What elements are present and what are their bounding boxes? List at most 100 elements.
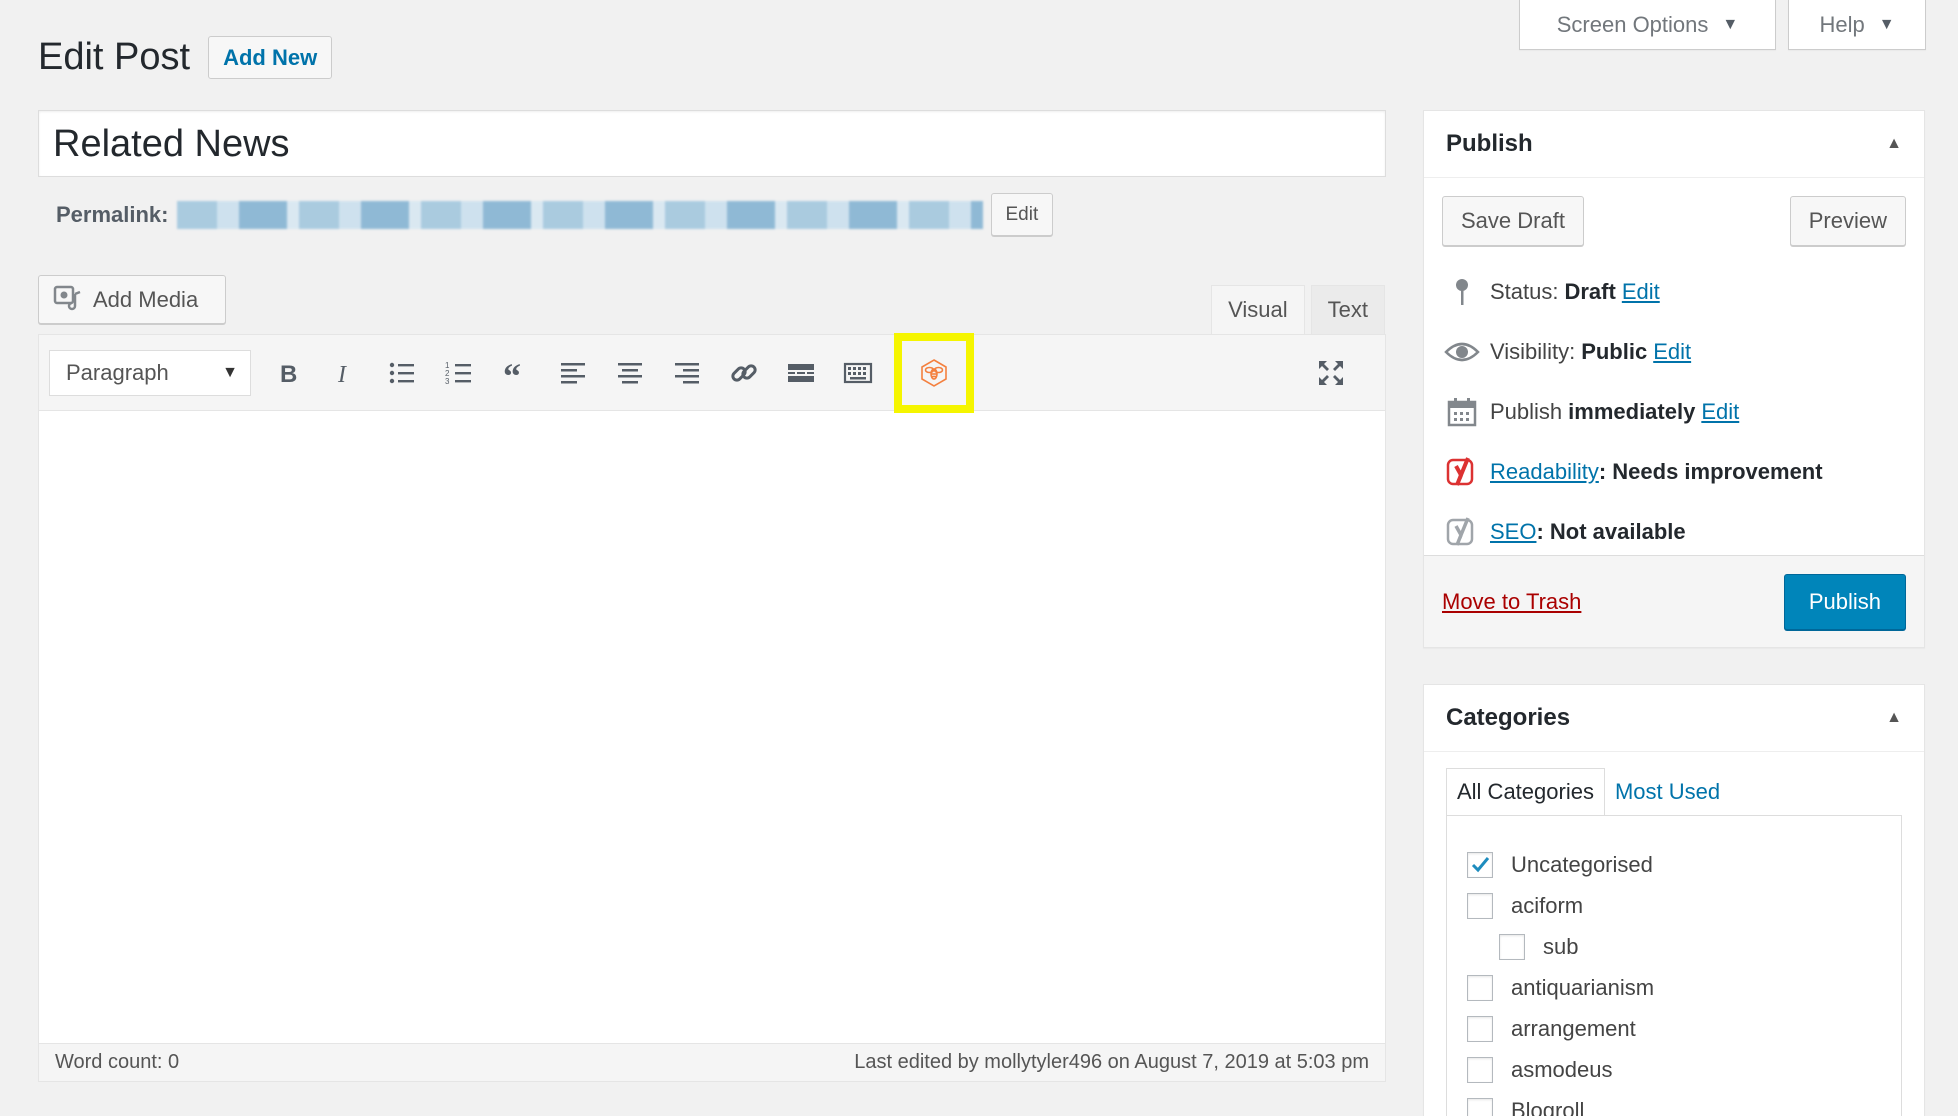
- svg-text:3: 3: [445, 377, 450, 386]
- toolbar-toggle-icon[interactable]: [833, 348, 883, 398]
- editor-toolbar: Paragraph ▼ B I 123 “: [39, 332, 1385, 413]
- checkmark-icon: [1471, 856, 1490, 872]
- read-more-icon[interactable]: [776, 348, 826, 398]
- move-to-trash-link[interactable]: Move to Trash: [1442, 589, 1581, 615]
- category-checkbox[interactable]: [1467, 974, 1493, 1001]
- post-title-input[interactable]: Related News: [38, 110, 1386, 177]
- visibility-edit-link[interactable]: Edit: [1653, 339, 1691, 365]
- add-media-label: Add Media: [93, 286, 199, 312]
- preview-button[interactable]: Preview: [1789, 196, 1906, 246]
- svg-text:“: “: [503, 358, 521, 388]
- category-label: sub: [1543, 933, 1579, 959]
- publish-button[interactable]: Publish: [1783, 573, 1906, 630]
- categories-box-title: Categories: [1446, 704, 1571, 731]
- schedule-edit-link[interactable]: Edit: [1701, 399, 1739, 425]
- word-count: Word count: 0: [55, 1051, 180, 1073]
- page-heading: Edit Post Add New: [38, 36, 333, 79]
- category-label: antiquarianism: [1511, 974, 1655, 1000]
- bulleted-list-icon[interactable]: [377, 348, 427, 398]
- readability-link[interactable]: Readability: [1490, 459, 1599, 485]
- category-checkbox[interactable]: [1467, 1056, 1493, 1083]
- category-checkbox[interactable]: [1467, 892, 1493, 919]
- format-select[interactable]: Paragraph ▼: [49, 349, 251, 396]
- permalink-label: Permalink:: [56, 201, 169, 227]
- pin-icon: [1442, 277, 1482, 307]
- align-left-icon[interactable]: [548, 348, 598, 398]
- editor-content-area[interactable]: [39, 411, 1385, 1045]
- seo-row: SEO : Not available: [1442, 502, 1906, 562]
- screen-options-label: Screen Options: [1556, 11, 1709, 37]
- align-center-icon[interactable]: [605, 348, 655, 398]
- seo-link[interactable]: SEO: [1490, 519, 1536, 545]
- format-select-value: Paragraph: [66, 359, 169, 385]
- publish-major-actions: Move to Trash Publish: [1424, 555, 1924, 647]
- beehive-icon[interactable]: [894, 332, 974, 413]
- readability-row: Readability : Needs improvement: [1442, 442, 1906, 502]
- tab-most-used[interactable]: Most Used: [1605, 768, 1730, 815]
- fullscreen-icon[interactable]: [1306, 348, 1356, 398]
- editor-tabs: Visual Text: [1211, 285, 1385, 335]
- help-label: Help: [1819, 11, 1865, 37]
- publish-box: Publish ▲ Save Draft Preview Status: Dra…: [1423, 110, 1925, 648]
- caret-down-icon: ▼: [1878, 15, 1895, 33]
- visibility-label: Visibility:: [1490, 339, 1576, 364]
- category-checkbox[interactable]: [1467, 1097, 1493, 1116]
- permalink-url-blurred[interactable]: [176, 200, 983, 229]
- help-button[interactable]: Help ▼: [1788, 0, 1926, 50]
- post-editor: Paragraph ▼ B I 123 “ Word count: 0 Last…: [38, 332, 1386, 1082]
- permalink-edit-button[interactable]: Edit: [990, 193, 1054, 236]
- schedule-row: Publish immediately Edit: [1442, 382, 1906, 442]
- status-edit-link[interactable]: Edit: [1622, 279, 1660, 305]
- collapse-arrow-icon[interactable]: ▲: [1886, 135, 1902, 153]
- blockquote-icon[interactable]: “: [491, 348, 541, 398]
- categories-box-header[interactable]: Categories ▲: [1424, 685, 1924, 752]
- add-media-button[interactable]: Add Media: [38, 275, 226, 324]
- add-new-button[interactable]: Add New: [208, 36, 333, 79]
- tab-text[interactable]: Text: [1310, 285, 1385, 335]
- category-item: Uncategorised: [1467, 844, 1881, 885]
- category-label: asmodeus: [1511, 1056, 1613, 1082]
- visibility-row: Visibility: Public Edit: [1442, 322, 1906, 382]
- editor-status-bar: Word count: 0 Last edited by mollytyler4…: [39, 1043, 1385, 1081]
- category-item: antiquarianism: [1467, 967, 1881, 1008]
- tab-all-categories[interactable]: All Categories: [1446, 768, 1605, 815]
- publish-box-title: Publish: [1446, 130, 1533, 157]
- collapse-arrow-icon[interactable]: ▲: [1886, 709, 1902, 727]
- schedule-label: Publish: [1490, 399, 1563, 424]
- screen-meta-links: Screen Options ▼ Help ▼: [1519, 0, 1926, 50]
- bold-icon[interactable]: B: [263, 348, 313, 398]
- calendar-icon: [1442, 397, 1482, 427]
- visibility-value: Public: [1581, 339, 1648, 364]
- publish-box-header[interactable]: Publish ▲: [1424, 111, 1924, 178]
- caret-down-icon: ▼: [222, 363, 238, 381]
- category-checkbox[interactable]: [1499, 933, 1525, 960]
- category-label: aciform: [1511, 892, 1584, 918]
- last-edited: Last edited by mollytyler496 on August 7…: [854, 1051, 1369, 1073]
- category-checkbox[interactable]: [1467, 851, 1493, 878]
- category-checklist: Uncategorised aciform sub antiquarianism…: [1446, 815, 1902, 1116]
- seo-value: : Not available: [1536, 519, 1686, 544]
- screen-options-button[interactable]: Screen Options ▼: [1519, 0, 1776, 50]
- link-icon[interactable]: [719, 348, 769, 398]
- page-title: Edit Post: [38, 36, 191, 78]
- category-label: Blogroll: [1511, 1097, 1585, 1116]
- numbered-list-icon[interactable]: 123: [434, 348, 484, 398]
- category-item: aciform: [1467, 885, 1881, 926]
- category-label: Uncategorised: [1511, 851, 1653, 877]
- status-label: Status:: [1490, 279, 1559, 304]
- publish-misc: Status: Draft Edit Visibility: Public Ed…: [1424, 246, 1924, 562]
- yoast-seo-icon: [1442, 516, 1482, 548]
- save-draft-button[interactable]: Save Draft: [1442, 196, 1584, 246]
- category-tabs: All Categories Most Used: [1446, 768, 1902, 815]
- category-item: sub: [1467, 926, 1881, 967]
- italic-icon[interactable]: I: [320, 348, 370, 398]
- category-item: asmodeus: [1467, 1049, 1881, 1090]
- status-row: Status: Draft Edit: [1442, 262, 1906, 322]
- category-checkbox[interactable]: [1467, 1015, 1493, 1042]
- yoast-readability-icon: [1442, 456, 1482, 488]
- media-icon: [53, 282, 83, 318]
- eye-icon: [1442, 340, 1482, 364]
- tab-visual[interactable]: Visual: [1211, 285, 1305, 335]
- svg-text:B: B: [280, 361, 297, 388]
- align-right-icon[interactable]: [662, 348, 712, 398]
